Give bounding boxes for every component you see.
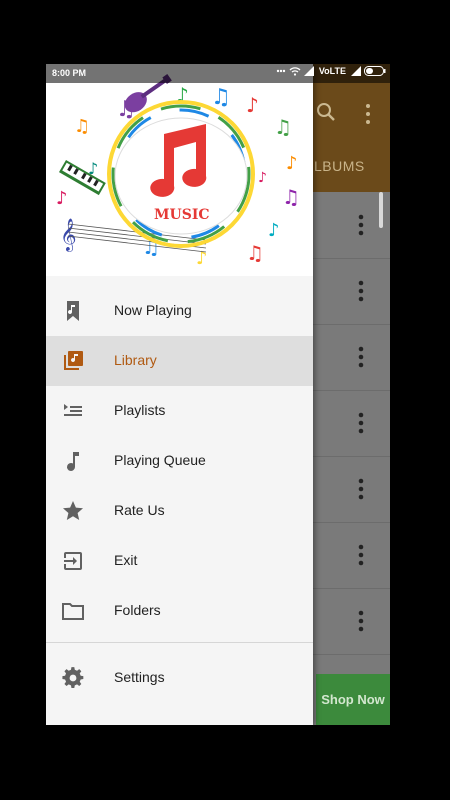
- svg-text:♫: ♫: [274, 115, 292, 139]
- more-options-icon[interactable]: [362, 102, 374, 126]
- menu-item-playlists[interactable]: Playlists: [46, 386, 313, 436]
- menu-item-label: Library: [114, 352, 157, 368]
- menu-item-library[interactable]: Library: [46, 336, 313, 386]
- star-icon: [63, 501, 83, 520]
- menu-item-playing-queue[interactable]: Playing Queue: [46, 436, 313, 486]
- menu-item-label: Folders: [114, 602, 161, 618]
- library-icon: [64, 351, 83, 370]
- more-options-icon[interactable]: [358, 346, 364, 368]
- music-note-icon: [67, 452, 79, 471]
- wifi-icon: [289, 67, 301, 76]
- svg-text:♪: ♪: [268, 220, 280, 241]
- status-icons: VoLTE: [276, 66, 386, 76]
- tab-albums[interactable]: LBUMS: [314, 158, 365, 174]
- now-playing-icon: [67, 301, 79, 321]
- status-time: 8:00 PM: [52, 68, 87, 78]
- shop-now-button[interactable]: Shop Now: [316, 674, 390, 725]
- menu-item-now-playing[interactable]: Now Playing: [46, 286, 313, 336]
- navigation-drawer: ♫ ♪ ♫ ♪ ♫ ♪ ♫ ♪ ♫ ♪ ♫ 𝄞 ♪ ♫ ♪ ♪ MUSIC No…: [46, 64, 313, 725]
- more-options-icon[interactable]: [358, 478, 364, 500]
- menu-item-label: Playing Queue: [114, 452, 206, 468]
- music-logo: ♫ ♪ ♫ ♪ ♫ ♪ ♫ ♪ ♫ ♪ ♫ 𝄞 ♪ ♫ ♪ ♪ MUSIC: [56, 74, 300, 269]
- gear-icon: [62, 667, 84, 689]
- status-bar: 8:00 PM VoLTE: [46, 64, 390, 83]
- menu-item-label: Playlists: [114, 402, 166, 418]
- network-label: VoLTE: [318, 66, 346, 76]
- more-options-icon[interactable]: [358, 214, 364, 236]
- menu-item-rate-us[interactable]: Rate Us: [46, 486, 313, 536]
- menu-item-label: Exit: [114, 552, 138, 568]
- svg-text:♫: ♫: [282, 185, 300, 209]
- search-icon[interactable]: [314, 100, 338, 124]
- svg-text:♪: ♪: [56, 188, 68, 209]
- exit-icon: [64, 552, 82, 570]
- menu-item-label: Now Playing: [114, 302, 192, 318]
- playlist-icon: [64, 404, 82, 416]
- signal-icon: [303, 66, 314, 76]
- drawer-menu: Now Playing Library Playlists Playing Qu…: [46, 286, 313, 636]
- drawer-header: ♫ ♪ ♫ ♪ ♫ ♪ ♫ ♪ ♫ ♪ ♫ 𝄞 ♪ ♫ ♪ ♪ MUSIC: [46, 64, 313, 276]
- dots-icon: [276, 69, 286, 73]
- menu-divider: [46, 642, 313, 643]
- more-options-icon[interactable]: [358, 412, 364, 434]
- svg-text:♫: ♫: [246, 241, 264, 265]
- phone-screen: LBUMS Shop Now ♫ ♪ ♫ ♪ ♫ ♪ ♫ ♪ ♫ ♪ ♫ 𝄞 ♪…: [46, 64, 390, 725]
- more-options-icon[interactable]: [358, 544, 364, 566]
- more-options-icon[interactable]: [358, 280, 364, 302]
- folder-icon: [62, 603, 84, 620]
- logo-text: MUSIC: [154, 207, 210, 223]
- svg-text:♫: ♫: [211, 85, 231, 110]
- menu-item-label: Settings: [114, 669, 165, 685]
- svg-text:♪: ♪: [286, 153, 298, 174]
- menu-item-folders[interactable]: Folders: [46, 586, 313, 636]
- menu-item-settings[interactable]: Settings: [46, 653, 313, 703]
- more-options-icon[interactable]: [358, 610, 364, 632]
- svg-text:♪: ♪: [246, 93, 259, 117]
- scrollbar[interactable]: [379, 192, 383, 228]
- menu-item-exit[interactable]: Exit: [46, 536, 313, 586]
- signal-icon: [351, 66, 361, 76]
- menu-item-label: Rate Us: [114, 502, 165, 518]
- svg-text:♫: ♫: [74, 116, 90, 137]
- svg-text:𝄞: 𝄞: [60, 218, 77, 252]
- battery-icon: [364, 66, 386, 76]
- svg-text:♪: ♪: [258, 170, 267, 186]
